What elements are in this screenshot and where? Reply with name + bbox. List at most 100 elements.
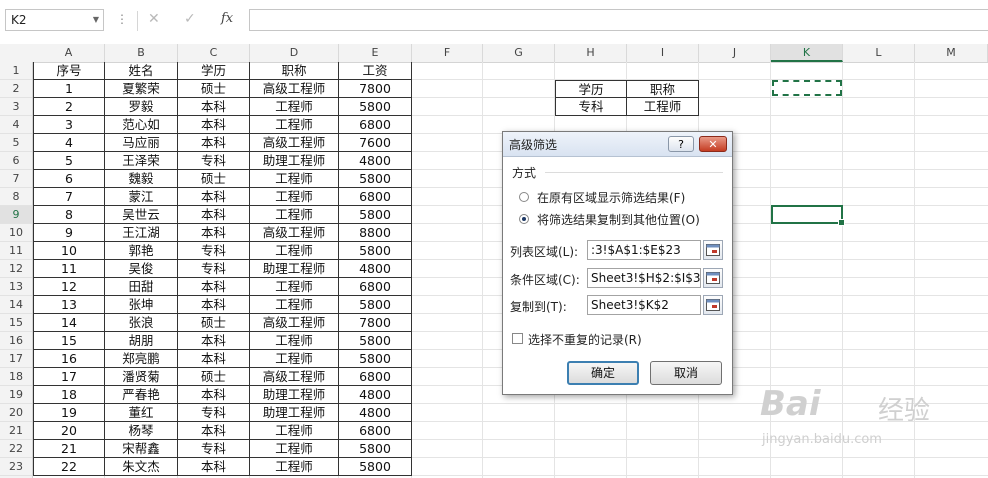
row-header-20[interactable]: 20 bbox=[0, 404, 32, 422]
table-cell[interactable]: 5800 bbox=[339, 296, 412, 314]
table-cell[interactable]: 工程师 bbox=[250, 278, 339, 296]
table-cell[interactable]: 工程师 bbox=[250, 422, 339, 440]
table-cell[interactable]: 王泽荣 bbox=[105, 152, 178, 170]
row-header-9[interactable]: 9 bbox=[0, 206, 32, 224]
table-cell[interactable]: 胡朋 bbox=[105, 332, 178, 350]
table-cell[interactable]: 工程师 bbox=[250, 98, 339, 116]
row-header-13[interactable]: 13 bbox=[0, 278, 32, 296]
table-cell[interactable]: 7800 bbox=[339, 314, 412, 332]
table-header-cell[interactable]: 职称 bbox=[250, 62, 339, 80]
table-cell[interactable]: 17 bbox=[33, 368, 105, 386]
table-cell[interactable]: 工程师 bbox=[250, 206, 339, 224]
table-cell[interactable]: 9 bbox=[33, 224, 105, 242]
criteria-cell[interactable]: 专科 bbox=[555, 98, 627, 116]
table-cell[interactable]: 郑亮鹏 bbox=[105, 350, 178, 368]
table-cell[interactable]: 董红 bbox=[105, 404, 178, 422]
row-header-6[interactable]: 6 bbox=[0, 152, 32, 170]
table-cell[interactable]: 本科 bbox=[178, 224, 250, 242]
row-header-10[interactable]: 10 bbox=[0, 224, 32, 242]
table-cell[interactable]: 硕士 bbox=[178, 368, 250, 386]
table-cell[interactable]: 魏毅 bbox=[105, 170, 178, 188]
table-cell[interactable]: 工程师 bbox=[250, 458, 339, 476]
column-header-e[interactable]: E bbox=[339, 44, 412, 62]
table-cell[interactable]: 杨琴 bbox=[105, 422, 178, 440]
radio-copy-to-label[interactable]: 将筛选结果复制到其他位置(O) bbox=[537, 211, 700, 228]
table-cell[interactable]: 助理工程师 bbox=[250, 386, 339, 404]
table-cell[interactable]: 本科 bbox=[178, 422, 250, 440]
column-header-f[interactable]: F bbox=[412, 44, 483, 62]
table-cell[interactable]: 4800 bbox=[339, 386, 412, 404]
table-cell[interactable]: 7 bbox=[33, 188, 105, 206]
row-header-15[interactable]: 15 bbox=[0, 314, 32, 332]
table-cell[interactable]: 朱文杰 bbox=[105, 458, 178, 476]
row-header-4[interactable]: 4 bbox=[0, 116, 32, 134]
table-cell[interactable]: 本科 bbox=[178, 458, 250, 476]
column-header-k[interactable]: K bbox=[771, 44, 843, 62]
table-cell[interactable]: 12 bbox=[33, 278, 105, 296]
row-header-7[interactable]: 7 bbox=[0, 170, 32, 188]
table-cell[interactable]: 5800 bbox=[339, 170, 412, 188]
table-cell[interactable]: 5800 bbox=[339, 350, 412, 368]
table-cell[interactable]: 马应丽 bbox=[105, 134, 178, 152]
column-header-c[interactable]: C bbox=[178, 44, 250, 62]
table-cell[interactable]: 4800 bbox=[339, 260, 412, 278]
row-header-17[interactable]: 17 bbox=[0, 350, 32, 368]
table-cell[interactable]: 10 bbox=[33, 242, 105, 260]
criteria-header-cell[interactable]: 职称 bbox=[627, 80, 699, 98]
table-cell[interactable]: 张坤 bbox=[105, 296, 178, 314]
table-cell[interactable]: 4 bbox=[33, 134, 105, 152]
table-cell[interactable]: 高级工程师 bbox=[250, 224, 339, 242]
row-header-5[interactable]: 5 bbox=[0, 134, 32, 152]
table-cell[interactable]: 工程师 bbox=[250, 332, 339, 350]
table-cell[interactable]: 工程师 bbox=[250, 350, 339, 368]
table-cell[interactable]: 6800 bbox=[339, 368, 412, 386]
dialog-titlebar[interactable]: 高级筛选 ? ✕ bbox=[503, 132, 732, 157]
table-cell[interactable]: 8 bbox=[33, 206, 105, 224]
table-cell[interactable]: 严春艳 bbox=[105, 386, 178, 404]
table-cell[interactable]: 吴俊 bbox=[105, 260, 178, 278]
table-cell[interactable]: 本科 bbox=[178, 332, 250, 350]
table-cell[interactable]: 助理工程师 bbox=[250, 152, 339, 170]
criteria-range-input[interactable]: Sheet3!$H$2:$I$3 bbox=[587, 268, 701, 288]
column-header-m[interactable]: M bbox=[915, 44, 988, 62]
check-icon[interactable]: ✓ bbox=[184, 11, 196, 27]
table-cell[interactable]: 8800 bbox=[339, 224, 412, 242]
table-cell[interactable]: 5800 bbox=[339, 332, 412, 350]
table-cell[interactable]: 16 bbox=[33, 350, 105, 368]
cancel-icon[interactable]: ✕ bbox=[148, 11, 160, 27]
table-cell[interactable]: 硕士 bbox=[178, 80, 250, 98]
column-header-g[interactable]: G bbox=[483, 44, 555, 62]
table-cell[interactable]: 本科 bbox=[178, 278, 250, 296]
row-header-23[interactable]: 23 bbox=[0, 458, 32, 476]
copy-to-input[interactable]: Sheet3!$K$2 bbox=[587, 295, 701, 315]
table-cell[interactable]: 5800 bbox=[339, 98, 412, 116]
table-cell[interactable]: 专科 bbox=[178, 404, 250, 422]
table-cell[interactable]: 5800 bbox=[339, 242, 412, 260]
row-header-19[interactable]: 19 bbox=[0, 386, 32, 404]
cancel-button[interactable]: 取消 bbox=[650, 361, 722, 385]
table-cell[interactable]: 5 bbox=[33, 152, 105, 170]
table-cell[interactable]: 蒙江 bbox=[105, 188, 178, 206]
table-header-cell[interactable]: 序号 bbox=[33, 62, 105, 80]
list-range-collapse-button[interactable] bbox=[703, 240, 723, 260]
ok-button[interactable]: 确定 bbox=[567, 361, 639, 385]
table-cell[interactable]: 21 bbox=[33, 440, 105, 458]
table-cell[interactable]: 高级工程师 bbox=[250, 134, 339, 152]
table-header-cell[interactable]: 工资 bbox=[339, 62, 412, 80]
table-cell[interactable]: 本科 bbox=[178, 116, 250, 134]
table-cell[interactable]: 工程师 bbox=[250, 296, 339, 314]
table-cell[interactable]: 田甜 bbox=[105, 278, 178, 296]
row-header-16[interactable]: 16 bbox=[0, 332, 32, 350]
name-box[interactable]: K2 ▼ bbox=[5, 9, 104, 31]
row-header-14[interactable]: 14 bbox=[0, 296, 32, 314]
table-cell[interactable]: 5800 bbox=[339, 440, 412, 458]
table-cell[interactable]: 工程师 bbox=[250, 170, 339, 188]
copy-to-collapse-button[interactable] bbox=[703, 295, 723, 315]
table-cell[interactable]: 本科 bbox=[178, 296, 250, 314]
row-header-11[interactable]: 11 bbox=[0, 242, 32, 260]
unique-records-checkbox[interactable] bbox=[512, 333, 523, 344]
table-cell[interactable]: 助理工程师 bbox=[250, 260, 339, 278]
column-header-a[interactable]: A bbox=[33, 44, 105, 62]
table-cell[interactable]: 高级工程师 bbox=[250, 80, 339, 98]
row-header-3[interactable]: 3 bbox=[0, 98, 32, 116]
